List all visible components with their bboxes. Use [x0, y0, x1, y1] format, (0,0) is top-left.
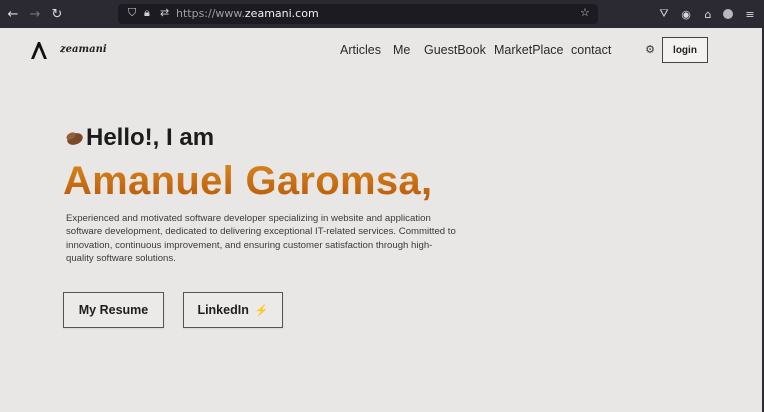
my-resume-label: My Resume	[78, 303, 149, 317]
forward-arrow-icon[interactable]: →	[26, 5, 44, 23]
back-arrow-icon[interactable]: ←	[4, 5, 22, 23]
url-domain: zeamani.com	[244, 7, 319, 20]
account-icon[interactable]: ◉	[678, 6, 694, 22]
url-prefix: https://www.	[176, 7, 245, 20]
settings-gear-icon[interactable]: ⚙	[643, 42, 657, 56]
linkedin-button[interactable]: LinkedIn ⚡	[183, 292, 283, 328]
bookmark-star-icon[interactable]: ☆	[580, 6, 590, 19]
extensions-icon[interactable]: ⌂	[700, 6, 716, 22]
linkedin-label: LinkedIn	[197, 303, 249, 317]
nav-link-articles[interactable]: Articles	[340, 43, 381, 57]
hero-name: Amanuel Garomsa,	[63, 159, 433, 203]
nav-link-guestbook[interactable]: GuestBook	[424, 43, 486, 57]
lightning-bolt-icon: ⚡	[254, 304, 269, 317]
browser-toolbar: ← → ↻ ⛉ 🔒︎ ⇄ https://www.zeamani.com ☆ ⛛…	[0, 0, 764, 28]
address-bar[interactable]: ⛉ 🔒︎ ⇄ https://www.zeamani.com ☆	[118, 4, 598, 24]
clapping-hands-icon	[66, 132, 83, 145]
pocket-icon[interactable]: ⛛	[656, 6, 672, 22]
nav-link-contact[interactable]: contact	[571, 43, 611, 57]
shield-icon[interactable]: ⛉	[128, 6, 136, 20]
url-text[interactable]: https://www.zeamani.com	[176, 7, 319, 20]
greeting-heading: Hello!, I am	[64, 124, 214, 152]
menu-icon[interactable]: ≡	[742, 6, 758, 22]
greeting-text: Hello!, I am	[86, 124, 215, 151]
site-logo-text[interactable]: zeamani	[60, 44, 107, 55]
profile-icon[interactable]	[720, 6, 736, 22]
web-page: zeamani Articles Me GuestBook MarketPlac…	[0, 28, 764, 412]
login-button[interactable]: login	[662, 37, 708, 63]
my-resume-button[interactable]: My Resume	[63, 292, 164, 328]
nav-link-me[interactable]: Me	[393, 43, 410, 57]
reload-icon[interactable]: ↻	[48, 5, 66, 23]
hero-bio: Experienced and motivated software devel…	[66, 213, 456, 264]
site-logo-icon[interactable]	[28, 39, 50, 61]
permissions-icon[interactable]: ⇄	[160, 6, 169, 19]
lock-icon[interactable]: 🔒︎	[144, 6, 150, 20]
nav-link-marketplace[interactable]: MarketPlace	[494, 43, 563, 57]
